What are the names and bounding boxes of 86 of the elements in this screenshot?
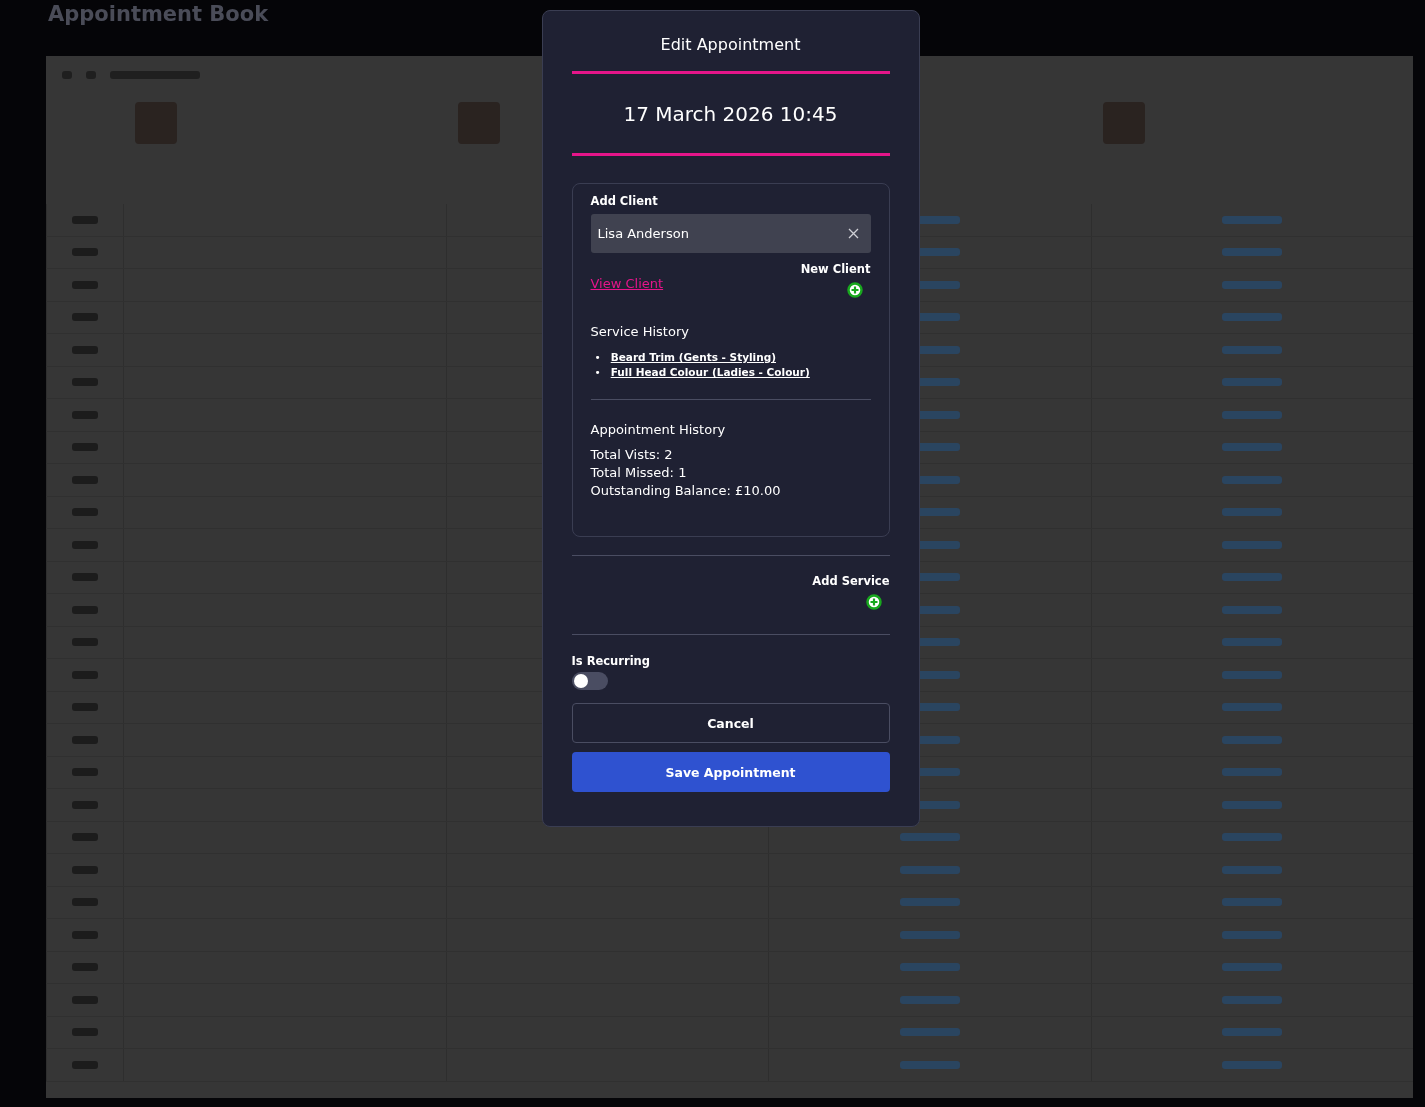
placeholder-bar [899, 995, 960, 1004]
bullet: • [594, 350, 601, 365]
placeholder-bar [899, 1060, 960, 1069]
placeholder-bar [1222, 638, 1283, 647]
placeholder-bar [72, 345, 98, 354]
history-line: Total Vists: 2 [590, 446, 674, 464]
placeholder-bar [72, 670, 98, 679]
placeholder-bar [1222, 898, 1283, 907]
placeholder-bar [899, 1028, 960, 1037]
add-icon[interactable] [846, 282, 863, 298]
service-link[interactable]: Beard Trim (Gents - Styling) [610, 350, 776, 365]
placeholder-bar [72, 865, 98, 874]
placeholder-bar [72, 1060, 98, 1069]
placeholder-bar [1222, 865, 1283, 874]
placeholder-bar [899, 865, 960, 874]
placeholder-bar [1222, 963, 1283, 972]
placeholder-bar [1222, 540, 1283, 549]
placeholder-bar [72, 215, 98, 224]
field-label: Add Client [590, 194, 659, 208]
placeholder-bar [72, 833, 98, 842]
placeholder-bar [72, 248, 98, 257]
placeholder-bar [72, 475, 98, 484]
placeholder-bar [1222, 443, 1283, 452]
placeholder-bar [72, 898, 98, 907]
placeholder-bar [1222, 800, 1283, 809]
field-label: Is Recurring [571, 654, 651, 668]
placeholder-bar [72, 768, 98, 777]
placeholder-bar [899, 898, 960, 907]
placeholder-bar [72, 540, 98, 549]
placeholder-bar [72, 605, 98, 614]
placeholder-bar [72, 995, 98, 1004]
cancel-button[interactable]: Cancel [571, 703, 890, 743]
placeholder-bar [899, 833, 960, 842]
recurring-toggle[interactable] [571, 672, 608, 690]
placeholder-bar [72, 573, 98, 582]
placeholder-bar [72, 443, 98, 452]
placeholder-bar [72, 280, 98, 289]
close-icon[interactable] [847, 228, 859, 239]
placeholder-bar [1222, 930, 1283, 939]
placeholder-bar [1222, 345, 1283, 354]
placeholder-bar [1222, 215, 1283, 224]
placeholder-bar [1222, 703, 1283, 712]
save-button[interactable]: Save Appointment [571, 752, 890, 792]
appointment-datetime: 17 March 2026 10:45 [622, 102, 839, 126]
placeholder-bar [72, 703, 98, 712]
history-line: Total Missed: 1 [590, 464, 688, 482]
placeholder-bar [1222, 378, 1283, 387]
placeholder-bar [1222, 995, 1283, 1004]
placeholder-bar [72, 313, 98, 322]
placeholder-bar [1222, 475, 1283, 484]
add-icon[interactable] [865, 594, 882, 610]
placeholder-bar [1222, 1060, 1283, 1069]
placeholder-bar [72, 1028, 98, 1037]
placeholder-bar [72, 735, 98, 744]
history-line: Outstanding Balance: £10.00 [590, 482, 782, 500]
placeholder-bar [1222, 508, 1283, 517]
view-client-link[interactable]: View Client [590, 276, 664, 291]
placeholder-bar [72, 378, 98, 387]
placeholder-bar [1222, 410, 1283, 419]
app-title: Appointment Book [48, 2, 269, 26]
dialog-title: Edit Appointment [659, 35, 802, 54]
placeholder-bar [1222, 735, 1283, 744]
client-field[interactable]: Lisa Anderson [590, 214, 871, 253]
placeholder-bar [1222, 1028, 1283, 1037]
bullet: • [594, 365, 601, 380]
placeholder-bar [1222, 248, 1283, 257]
placeholder-bar [1222, 605, 1283, 614]
new-client-label: New Client [800, 262, 871, 276]
section-heading: Appointment History [590, 422, 727, 437]
placeholder-bar [1222, 280, 1283, 289]
placeholder-bar [72, 800, 98, 809]
placeholder-bar [72, 963, 98, 972]
placeholder-bar [1222, 670, 1283, 679]
placeholder-bar [72, 410, 98, 419]
placeholder-bar [1222, 833, 1283, 842]
placeholder-bar [899, 963, 960, 972]
placeholder-bar [72, 508, 98, 517]
placeholder-bar [1222, 768, 1283, 777]
add-service-label: Add Service [812, 574, 890, 588]
placeholder-bar [1222, 573, 1283, 582]
service-link[interactable]: Full Head Colour (Ladies - Colour) [610, 365, 810, 380]
placeholder-bar [899, 930, 960, 939]
placeholder-bar [72, 930, 98, 939]
placeholder-bar [72, 638, 98, 647]
section-heading: Service History [590, 324, 690, 339]
placeholder-bar [1222, 313, 1283, 322]
